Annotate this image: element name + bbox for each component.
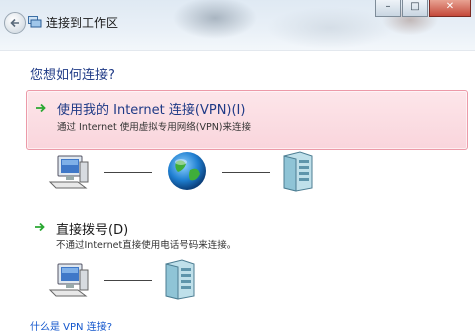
minimize-button[interactable]: – [375,0,401,17]
back-arrow-icon [10,18,19,28]
green-arrow-icon [36,103,46,113]
globe-icon [168,152,206,190]
dialup-option[interactable]: 直接拨号(D) 不通过Internet直接使用电话号码来连接。 [26,214,466,254]
connector-line [104,280,152,281]
connector-line [222,172,270,173]
green-arrow-icon [35,222,45,232]
title-bar: 连接到工作区 – □ ✕ [0,0,475,50]
connector-line [104,172,152,173]
window-controls: – □ ✕ [375,0,471,18]
vpn-option-title: 使用我的 Internet 连接(VPN)(I) [57,103,246,118]
server-icon [165,259,195,300]
network-icon [28,16,42,28]
computer-icon [48,263,89,297]
dialup-diagram [0,256,475,306]
vpn-option-description: 通过 Internet 使用虚拟专用网络(VPN)来连接 [57,122,252,133]
close-button[interactable]: ✕ [429,0,471,17]
window-title: 连接到工作区 [46,16,119,30]
vpn-option[interactable]: 使用我的 Internet 连接(VPN)(I) 通过 Internet 使用虚… [26,90,468,150]
maximize-button[interactable]: □ [402,0,428,17]
vpn-diagram [0,148,475,198]
dialup-option-description: 不通过Internet直接使用电话号码来连接。 [56,240,237,251]
page-question: 您想如何连接? [30,68,115,83]
back-button[interactable] [4,12,26,34]
dialup-option-title: 直接拨号(D) [56,223,129,238]
server-icon [283,151,313,192]
title-divider [0,50,475,51]
computer-icon [48,155,89,189]
